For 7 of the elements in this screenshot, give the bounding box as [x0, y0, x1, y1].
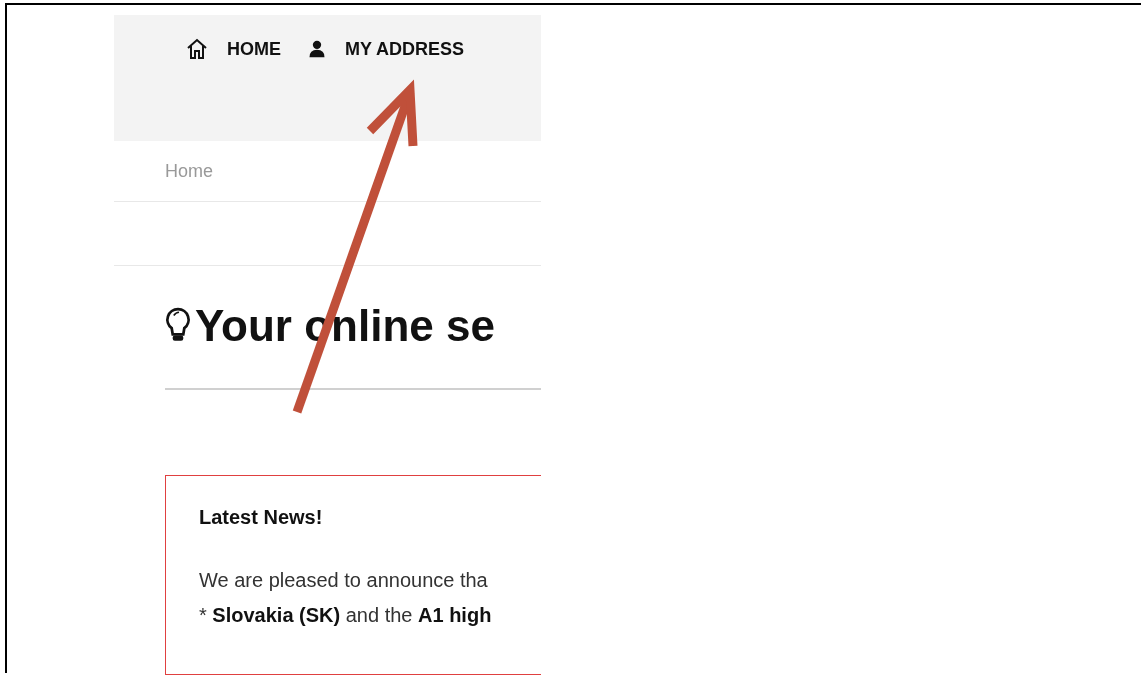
home-icon [185, 37, 209, 61]
nav-link[interactable]: MY ADDRESS [307, 37, 465, 61]
nav-link[interactable]: HOME [185, 37, 281, 61]
news-text: *Slovakia (SK) and the A1 high [199, 604, 493, 627]
news-title: Latest News! [199, 506, 324, 529]
news-text: We are pleased to announce tha [199, 569, 489, 592]
user-icon [307, 39, 327, 59]
